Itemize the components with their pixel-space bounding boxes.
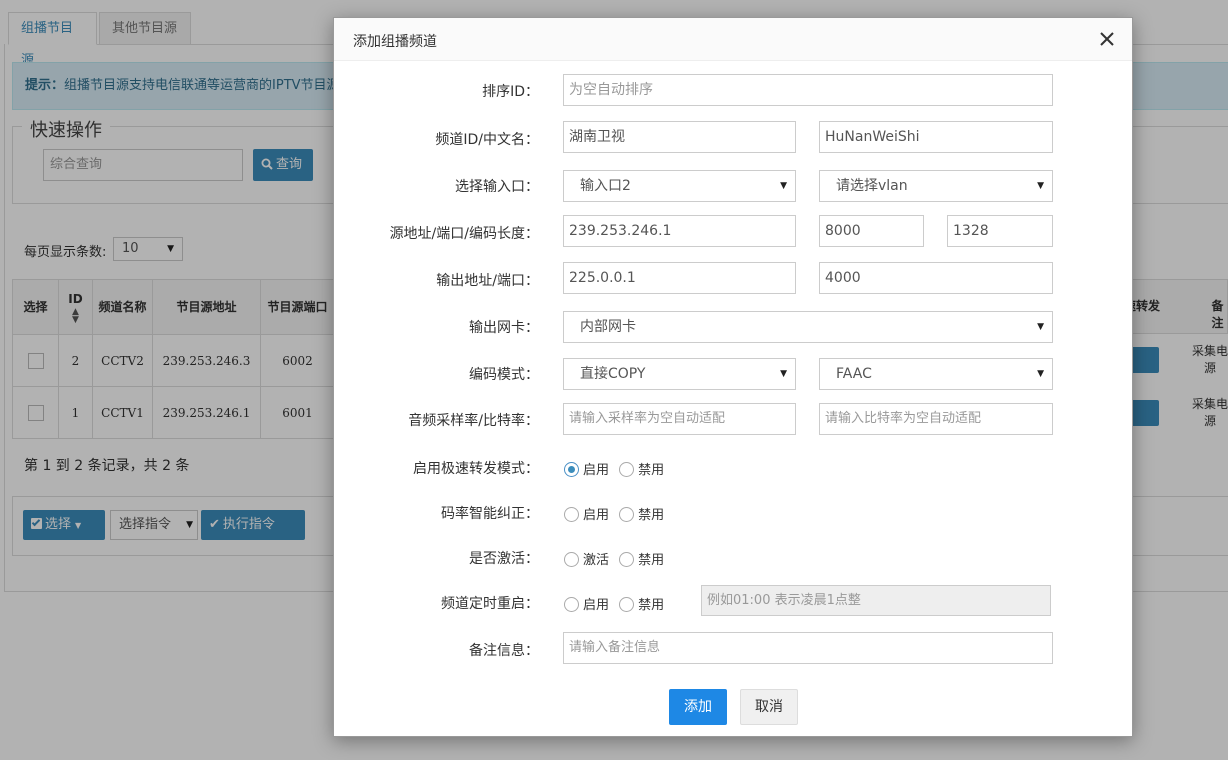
radio-label: 启用 [583,598,610,613]
fast-forward-enable[interactable]: 启用 [564,459,609,478]
output-addr-input[interactable]: 225.0.0.1 [563,262,796,294]
rate-correct-label: 码率智能纠正： [441,506,539,522]
close-icon[interactable] [1098,30,1116,48]
channel-id-input[interactable]: 湖南卫视 [563,121,796,153]
radio-label: 禁用 [638,463,665,478]
remark-input[interactable]: 请输入备注信息 [563,632,1053,664]
encode-length-input[interactable]: 1328 [947,215,1053,247]
restart-label: 频道定时重启： [441,596,539,612]
radio-label: 禁用 [638,553,665,568]
cancel-button[interactable]: 取消 [740,689,798,725]
restart-radio-group: 启用 禁用 [564,594,670,613]
modal-title: 添加组播频道 [353,34,437,50]
radio-label: 禁用 [638,508,665,523]
vlan-value: 请选择vlan [836,178,908,194]
chevron-down-icon: ▼ [780,181,787,191]
bitrate-input[interactable]: 请输入比特率为空自动适配 [819,403,1053,435]
restart-time-input[interactable]: 例如01:00 表示凌晨1点整 [701,585,1051,616]
restart-enable[interactable]: 启用 [564,594,609,613]
sort-id-input[interactable]: 为空自动排序 [563,74,1053,106]
rate-correct-disable[interactable]: 禁用 [619,504,664,523]
radio-checked-icon [564,462,579,477]
chevron-down-icon: ▼ [1037,369,1044,379]
fast-forward-disable[interactable]: 禁用 [619,459,664,478]
activate-disable[interactable]: 禁用 [619,549,664,568]
rate-correct-enable[interactable]: 启用 [564,504,609,523]
input-port-label: 选择输入口： [455,179,539,195]
radio-icon [564,597,579,612]
encode-mode-value: 直接COPY [580,366,646,382]
nic-label: 输出网卡： [469,320,539,336]
source-label: 源地址/端口/编码长度： [389,226,539,242]
output-port-input[interactable]: 4000 [819,262,1053,294]
vlan-select[interactable]: 请选择vlan ▼ [819,170,1053,202]
add-button[interactable]: 添加 [669,689,727,725]
chevron-down-icon: ▼ [780,369,787,379]
input-port-select[interactable]: 输入口2 ▼ [563,170,796,202]
modal-header: 添加组播频道 [334,18,1132,61]
radio-label: 禁用 [638,598,665,613]
radio-icon [564,507,579,522]
encode-label: 编码模式： [469,367,539,383]
activate-label: 是否激活： [469,551,539,567]
radio-icon [619,507,635,522]
encode-mode-select[interactable]: 直接COPY ▼ [563,358,796,390]
radio-label: 启用 [583,508,610,523]
nic-value: 内部网卡 [580,319,636,335]
chevron-down-icon: ▼ [1037,322,1044,332]
fast-forward-label: 启用极速转发模式： [413,461,539,477]
source-addr-input[interactable]: 239.253.246.1 [563,215,796,247]
fast-forward-radio-group: 启用 禁用 [564,459,670,478]
audio-label: 音频采样率/比特率： [408,413,539,429]
channel-label: 频道ID/中文名： [435,132,539,148]
radio-label: 启用 [583,463,610,478]
radio-icon [619,597,635,612]
codec-select[interactable]: FAAC ▼ [819,358,1053,390]
input-port-value: 输入口2 [580,178,631,194]
activate-radio-group: 激活 禁用 [564,549,670,568]
radio-label: 激活 [583,553,610,568]
remark-label: 备注信息： [469,643,539,659]
output-label: 输出地址/端口： [436,273,539,289]
channel-name-input[interactable]: HuNanWeiShi [819,121,1053,153]
radio-icon [619,462,635,477]
radio-icon [564,552,579,567]
chevron-down-icon: ▼ [1037,181,1044,191]
nic-select[interactable]: 内部网卡 ▼ [563,311,1053,343]
activate-enable[interactable]: 激活 [564,549,609,568]
sort-id-label: 排序ID： [482,84,539,100]
radio-icon [619,552,635,567]
restart-disable[interactable]: 禁用 [619,594,664,613]
codec-value: FAAC [836,366,872,382]
source-port-input[interactable]: 8000 [819,215,924,247]
rate-correct-radio-group: 启用 禁用 [564,504,670,523]
sample-rate-input[interactable]: 请输入采样率为空自动适配 [563,403,796,435]
add-channel-modal: 添加组播频道 排序ID： 为空自动排序 频道ID/中文名： 湖南卫视 HuNan… [333,17,1133,737]
